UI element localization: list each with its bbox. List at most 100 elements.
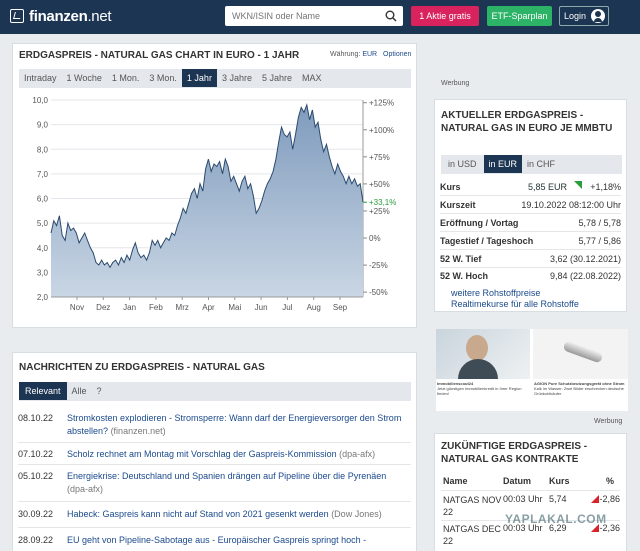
contract-name[interactable]: NATGAS NOV 22 <box>443 494 503 518</box>
range-tab-1m[interactable]: 1 Mon. <box>107 69 145 87</box>
row-key: Eröffnung / Vortag <box>440 218 519 228</box>
x-tick-label: Jan <box>123 303 136 312</box>
site-logo[interactable]: finanzen.net <box>10 8 112 25</box>
y2-tick-label: -50% <box>369 288 388 297</box>
news-headline[interactable]: EU geht von Pipeline-Sabotage aus - Euro… <box>67 535 366 545</box>
news-tab-help[interactable]: ? <box>92 382 107 400</box>
y2-tick-label: -25% <box>369 261 388 270</box>
y-tick-label: 6,0 <box>37 195 49 204</box>
chart-panel-title: ERDGASPREIS - NATURAL GAS CHART IN EURO … <box>19 50 300 61</box>
news-source: (dpa-afx) <box>67 484 104 494</box>
free-stock-button[interactable]: 1 Aktie gratis <box>411 6 479 26</box>
ad-desc: Jetzt günstigen Immobilienkredit in Ihre… <box>437 386 522 396</box>
currency-value[interactable]: EUR <box>362 51 377 58</box>
kurs-value: 5,85 EUR <box>527 182 567 192</box>
table-row[interactable]: NATGAS DEC 22 00:03 Uhr 6,29 -2,36 <box>441 522 620 550</box>
currency-tabs: in USD in EUR in CHF <box>441 155 622 174</box>
news-item[interactable]: 08.10.22 Stromkosten explodieren - Strom… <box>18 410 411 443</box>
currency-tab-chf[interactable]: in CHF <box>522 155 560 173</box>
news-headline[interactable]: Scholz rechnet am Montag mit Vorschlag d… <box>67 449 337 459</box>
x-tick-label: Apr <box>202 303 215 312</box>
y-tick-label: 7,0 <box>37 170 49 179</box>
y2-tick-label: +50% <box>369 180 390 189</box>
row-key: Tagestief / Tageshoch <box>440 236 534 246</box>
col-kurs: Kurs <box>549 476 570 486</box>
werbung-label-bottom: Werbung <box>594 418 623 425</box>
search-box <box>225 6 403 26</box>
price-chart[interactable]: 2,0 3,0 4,0 5,0 6,0 7,0 8,0 9,0 10,0 +125% +100% +7… <box>13 92 416 317</box>
y-tick-label: 9,0 <box>37 121 49 130</box>
news-panel-title: NACHRICHTEN ZU ERDGASPREIS - NATURAL GAS <box>19 362 265 373</box>
search-input[interactable] <box>225 6 375 26</box>
news-date: 05.10.22 <box>18 471 54 481</box>
news-headline[interactable]: Energiekrise: Deutschland und Spanien dr… <box>67 471 386 481</box>
y-tick-label: 3,0 <box>37 268 49 277</box>
search-icon[interactable] <box>385 10 397 22</box>
series-area <box>51 104 363 298</box>
news-tabs: Relevant Alle? <box>19 382 411 401</box>
row-kurs: Kurs 5,85 EUR +1,18% <box>440 179 621 196</box>
range-tab-1y[interactable]: 1 Jahr <box>181 69 217 87</box>
person-body <box>458 359 498 379</box>
login-button[interactable]: Login <box>559 6 609 26</box>
y2-tick-label: +75% <box>369 153 390 162</box>
ad-text-1[interactable]: Immobilienscout24 Jetzt günstigen Immobil… <box>437 381 529 396</box>
link-realtimekurse[interactable]: Realtimekurse für alle Rohstoffe <box>451 299 579 309</box>
contract-pct: -2,86 <box>599 494 620 504</box>
link-rohstoffpreise[interactable]: weitere Rohstoffpreise <box>451 288 540 298</box>
user-icon <box>591 9 605 23</box>
ad-image-portrait[interactable] <box>436 329 530 379</box>
x-tick-label: Mai <box>228 303 241 312</box>
x-tick-label: Nov <box>70 303 84 312</box>
login-label: Login <box>564 11 587 21</box>
ad-image-product[interactable] <box>533 329 628 379</box>
watermark: YAPLAKAL.COM <box>505 512 607 526</box>
y2-tick-label: 0% <box>369 234 381 243</box>
row-eroeffnung: Eröffnung / Vortag 5,78 / 5,78 <box>440 215 621 232</box>
options-link[interactable]: Optionen <box>383 51 411 58</box>
range-tab-intraday[interactable]: Intraday <box>19 69 62 87</box>
col-datum: Datum <box>503 476 532 486</box>
x-tick-label: Aug <box>307 303 321 312</box>
chart-range-tabs: Intraday 1 Woche 1 Mon. 3 Mon. 1 Jahr 3 Jahre… <box>19 69 411 88</box>
y-tick-label: 4,0 <box>37 244 49 253</box>
news-date: 28.09.22 <box>18 535 54 545</box>
news-headline[interactable]: Habeck: Gaspreis kann nicht auf Stand vo… <box>67 509 329 519</box>
news-tab-relevant[interactable]: Relevant <box>19 382 67 400</box>
currency-tab-usd[interactable]: in USD <box>441 155 484 173</box>
news-item[interactable]: 07.10.22 Scholz rechnet am Montag mit Vo… <box>18 444 411 465</box>
news-source: (Dow Jones) <box>331 509 382 519</box>
logo-mark-icon <box>10 9 24 23</box>
x-tick-label: Sep <box>333 303 348 312</box>
y2-tick-label: +25% <box>369 207 390 216</box>
x-tick-label: Dez <box>96 303 110 312</box>
news-panel: NACHRICHTEN ZU ERDGASPREIS - NATURAL GAS… <box>12 352 417 551</box>
etf-savings-button[interactable]: ETF-Sparplan <box>487 6 552 26</box>
news-item[interactable]: 30.09.22 Habeck: Gaspreis kann nicht auf… <box>18 503 411 528</box>
trend-up-icon <box>574 181 582 189</box>
news-tab-alle[interactable]: Alle <box>67 382 92 400</box>
ad-block[interactable]: Immobilienscout24 Jetzt günstigen Immobil… <box>436 329 628 411</box>
x-tick-label: Jun <box>255 303 268 312</box>
x-tick-label: Feb <box>149 303 163 312</box>
x-tick-label: Mrz <box>176 303 189 312</box>
news-item[interactable]: 28.09.22 EU geht von Pipeline-Sabotage a… <box>18 529 411 551</box>
current-price-panel: AKTUELLER ERDGASPREIS - NATURAL GAS IN E… <box>434 99 627 312</box>
future-contracts-title: ZUKÜNFTIGE ERDGASPREIS - NATURAL GAS KON… <box>441 441 588 465</box>
ad-text-2[interactable]: AGION Pure Schutzbeutzungsgerät ohne Str… <box>534 381 626 396</box>
col-pct: % <box>605 476 614 486</box>
currency-select[interactable]: Währung: EUR <box>330 51 377 58</box>
contract-name[interactable]: NATGAS DEC 22 <box>443 523 503 547</box>
range-tab-3y[interactable]: 3 Jahre <box>217 69 257 87</box>
range-tab-max[interactable]: MAX <box>297 69 327 87</box>
contract-kurs: 5,74 <box>549 494 567 504</box>
currency-tab-eur[interactable]: in EUR <box>483 155 523 173</box>
y2-tick-label: +125% <box>369 99 394 108</box>
top-header: finanzen.net 1 Aktie gratis ETF-Sparplan… <box>0 0 640 34</box>
range-tab-5y[interactable]: 5 Jahre <box>257 69 297 87</box>
news-item[interactable]: 05.10.22 Energiekrise: Deutschland und S… <box>18 466 411 502</box>
person-silhouette <box>466 335 488 361</box>
contracts-header: Name Datum Kurs % <box>441 476 620 491</box>
range-tab-3m[interactable]: 3 Mon. <box>144 69 182 87</box>
range-tab-1w[interactable]: 1 Woche <box>62 69 107 87</box>
